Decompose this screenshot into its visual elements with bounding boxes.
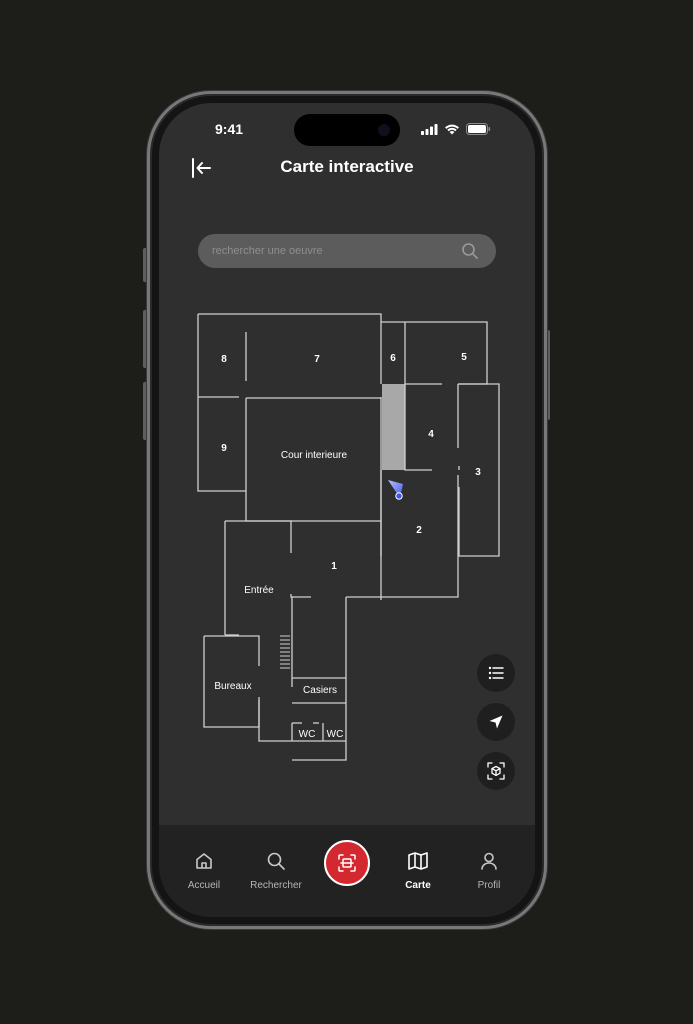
camera-icon: [378, 124, 390, 136]
search-icon: [267, 852, 285, 870]
navigation-arrow-icon: [489, 715, 503, 729]
room-4-label[interactable]: 4: [428, 429, 434, 440]
room-7-label[interactable]: 7: [314, 354, 320, 365]
bottom-tab-bar: Accueil Rechercher Carte Profil: [159, 825, 535, 917]
3d-cube-icon: [487, 762, 505, 780]
tab-accueil-label: Accueil: [187, 880, 221, 891]
battery-icon: [466, 123, 491, 135]
status-icons: [421, 123, 491, 135]
stairs: [280, 635, 290, 669]
room-3-label[interactable]: 3: [475, 467, 481, 478]
casiers-label[interactable]: Casiers: [303, 685, 337, 696]
home-icon: [196, 853, 212, 869]
list-icon: [488, 666, 504, 680]
user-location-icon: [388, 480, 403, 500]
wifi-icon: [445, 124, 459, 134]
tab-accueil[interactable]: Accueil: [169, 851, 239, 891]
room-8-label[interactable]: 8: [221, 354, 227, 365]
room-9-label[interactable]: 9: [221, 443, 227, 454]
scan-button[interactable]: [324, 840, 370, 886]
search-icon[interactable]: [461, 242, 479, 260]
search-input[interactable]: [198, 234, 496, 268]
map-walls: [197, 313, 500, 761]
user-icon: [481, 852, 497, 870]
signal-icon: [421, 123, 438, 135]
map-icon: [408, 852, 428, 870]
room-1-label[interactable]: 1: [331, 561, 337, 572]
tab-carte[interactable]: Carte: [383, 851, 453, 891]
bureaux-label[interactable]: Bureaux: [214, 681, 251, 692]
tab-profil[interactable]: Profil: [454, 851, 524, 891]
room-2-label[interactable]: 2: [416, 525, 422, 536]
tab-rechercher-label: Rechercher: [250, 880, 302, 891]
room-5-label[interactable]: 5: [461, 352, 467, 363]
scan-icon: [338, 854, 356, 872]
locate-button[interactable]: [477, 703, 515, 741]
3d-view-button[interactable]: [477, 752, 515, 790]
status-time: 9:41: [215, 121, 244, 137]
dynamic-island: [294, 114, 400, 146]
tab-carte-label: Carte: [405, 880, 431, 891]
tab-profil-label: Profil: [477, 880, 501, 891]
wc-label-2[interactable]: WC: [327, 729, 344, 740]
phone-screen: 8 7 6 5 4 3 9 Cour interieure 2 1 Entrée…: [159, 103, 535, 917]
elevator-block: [382, 384, 405, 470]
tab-rechercher[interactable]: Rechercher: [241, 851, 311, 891]
list-button[interactable]: [477, 654, 515, 692]
entree-label[interactable]: Entrée: [244, 585, 274, 596]
wc-label-1[interactable]: WC: [299, 729, 316, 740]
cour-interieure-label[interactable]: Cour interieure: [281, 450, 348, 461]
room-6-label[interactable]: 6: [390, 353, 396, 364]
page-title: Carte interactive: [280, 157, 414, 176]
